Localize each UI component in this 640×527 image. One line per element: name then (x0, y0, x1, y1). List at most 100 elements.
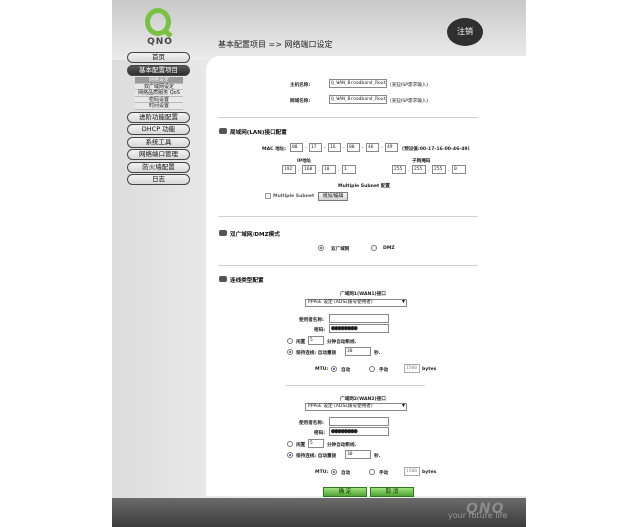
page-title: 基本配置项目 => 网络端口设定 (218, 40, 333, 49)
wan1-idle-suffix: 分钟自动断线. (327, 340, 357, 345)
ip-address-label: IP地址 (297, 159, 312, 164)
sidebar-item-dhcp[interactable]: DHCP 功能 (127, 124, 190, 136)
wan1-keepalive-label: 保持连线: 自动重拨 (296, 351, 337, 356)
wan2-idle-suffix: 分钟自动断线. (327, 443, 357, 448)
dmz-radio[interactable] (371, 245, 377, 251)
wan2-idle-label: 闲置 (296, 443, 306, 448)
wan2-keepalive-suffix: 秒. (374, 454, 381, 459)
wan2-title: 广域网2(WAN2)接口 (340, 397, 386, 402)
ip-octet-1[interactable]: 192 (282, 165, 296, 174)
wan2-keepalive-input[interactable]: 30 (345, 450, 371, 459)
ip-octet-4[interactable]: 1 (342, 165, 356, 174)
sidebar-item-advanced[interactable]: 进阶功能配置 (127, 111, 190, 123)
mac-label: MAC 地址: (262, 147, 287, 152)
cancel-button[interactable]: 取 消 (370, 487, 414, 497)
logout-button[interactable]: 注销 (447, 18, 483, 46)
wan1-mtu-auto-radio[interactable] (331, 366, 337, 372)
mac-octet-5[interactable]: 46 (366, 143, 379, 152)
add-edit-button[interactable]: 增加/编辑 (318, 192, 348, 201)
wan1-idle-label: 闲置 (296, 340, 306, 345)
ip-octet-2[interactable]: 168 (302, 165, 316, 174)
wan1-mtu-auto-label: 自动 (341, 368, 351, 373)
sidebar-item-home[interactable]: 首页 (127, 52, 190, 63)
submenu-item-qos[interactable]: 网络品质服务 QoS (135, 90, 183, 97)
multi-subnet-checkbox[interactable] (265, 193, 271, 199)
ip-octet-3[interactable]: 10 (322, 165, 336, 174)
host-name-label: 主机名称: (290, 83, 311, 88)
wan1-idle-input[interactable]: 5 (308, 336, 324, 345)
wan1-mtu-unit: bytes (422, 367, 437, 372)
wan1-user-input[interactable] (329, 314, 389, 323)
wan1-keepalive-input[interactable]: 30 (345, 347, 371, 356)
wan1-mtu-manual-radio[interactable] (369, 366, 375, 372)
mac-octet-2[interactable]: 17 (309, 143, 322, 152)
wan2-mtu-auto-radio[interactable] (331, 469, 337, 475)
submenu-item-network[interactable]: 网络设定 (135, 77, 183, 84)
sidebar-item-port-management[interactable]: 网络端口管理 (127, 149, 190, 161)
wan1-password-label: 密码: (314, 328, 326, 333)
wan2-idle-input[interactable]: 5 (308, 439, 324, 448)
multi-subnet-label: Multiple Subnet (273, 194, 315, 199)
wan2-idle-radio[interactable] (287, 441, 293, 447)
wan1-idle-radio[interactable] (287, 338, 293, 344)
divider (285, 385, 425, 386)
wan2-mtu-manual-radio[interactable] (369, 469, 375, 475)
footer-tagline: your future life (448, 511, 508, 520)
wan2-mtu-input[interactable]: 1500 (404, 467, 420, 476)
mac-octet-4[interactable]: 00 (347, 143, 360, 152)
dmz-label: DMZ (383, 246, 395, 251)
mask-octet-4[interactable]: 0 (452, 165, 466, 174)
wan2-keepalive-radio[interactable] (287, 452, 293, 458)
wan1-password-input[interactable]: ●●●●●●●● (329, 324, 389, 333)
wan1-type-select[interactable]: PPPoE 设定 (ADSL拨号使用者) (305, 299, 407, 307)
wan1-mtu-label: MTU: (315, 367, 329, 372)
wan2-mtu-unit: bytes (422, 470, 437, 475)
qno-logo-icon (145, 8, 171, 36)
sidebar-item-firewall[interactable]: 防火墙配置 (127, 161, 190, 173)
wan1-user-label: 使用者名称: (299, 318, 324, 323)
lan-section-title: 局域网(LAN)接口配置 (230, 130, 287, 136)
mac-default-note: (预设值:00-17-16-00-46-49) (402, 147, 470, 152)
dual-wan-radio[interactable] (318, 245, 324, 251)
wan2-password-label: 密码: (314, 431, 326, 436)
mac-octet-3[interactable]: 16 (328, 143, 341, 152)
domain-name-input[interactable]: Q_WAN_Broadband_Route (329, 95, 387, 104)
sidebar-item-basic-config[interactable]: 基本配置项目 (127, 64, 190, 76)
mac-octet-1[interactable]: 00 (290, 143, 303, 152)
wan2-user-label: 使用者名称: (299, 421, 324, 426)
ok-button[interactable]: 确 定 (323, 487, 367, 497)
host-name-note: (某些ISP需求输入) (390, 83, 429, 88)
submenu-item-time[interactable]: 时间设置 (135, 103, 183, 110)
mask-octet-3[interactable]: 255 (432, 165, 446, 174)
sidebar-item-log[interactable]: 日志 (127, 174, 190, 186)
wan2-keepalive-label: 保持连线: 自动重拨 (296, 454, 337, 459)
wan2-mtu-manual-label: 手动 (379, 471, 389, 476)
sidebar-submenu: 网络设定 双广域网设定 网络品质服务 QoS 密码设置 时间设置 (135, 77, 183, 110)
mac-octet-6[interactable]: 49 (385, 143, 398, 152)
connection-section-title: 连线类型配置 (230, 278, 264, 284)
dual-wan-label: 双广域网 (331, 247, 350, 252)
sidebar-item-system-tools[interactable]: 系统工具 (127, 136, 190, 148)
wan1-mtu-input[interactable]: 1500 (404, 364, 420, 373)
mask-octet-1[interactable]: 255 (392, 165, 406, 174)
domain-name-note: (某些ISP需求输入) (390, 99, 429, 104)
wan2-mtu-auto-label: 自动 (341, 471, 351, 476)
divider (218, 117, 478, 118)
divider (218, 216, 478, 217)
domain-name-label: 网域名称: (290, 99, 311, 104)
wan1-mtu-manual-label: 手动 (379, 368, 389, 373)
multi-subnet-title: Multiple Subnet 配置 (338, 184, 391, 189)
wan1-keepalive-radio[interactable] (287, 349, 293, 355)
mask-octet-2[interactable]: 255 (412, 165, 426, 174)
wan2-type-select[interactable]: PPPoE 设定 (ADSL拨号使用者) (305, 403, 407, 411)
wan2-password-input[interactable]: ●●●●●●●● (329, 427, 389, 436)
host-name-input[interactable]: Q_WAN_Broadband_Route (329, 79, 387, 88)
dmz-section-title: 双广域网/DMZ模式 (230, 232, 280, 238)
sidebar: 首页 基本配置项目 网络设定 双广域网设定 网络品质服务 QoS 密码设置 时间… (127, 52, 191, 187)
wan2-mtu-label: MTU: (315, 470, 329, 475)
divider (218, 265, 478, 266)
wan1-title: 广域网1(WAN1)接口 (340, 292, 386, 297)
wan2-user-input[interactable] (329, 417, 389, 426)
subnet-mask-label: 子网掩码 (412, 159, 431, 164)
wan1-keepalive-suffix: 秒. (374, 351, 381, 356)
